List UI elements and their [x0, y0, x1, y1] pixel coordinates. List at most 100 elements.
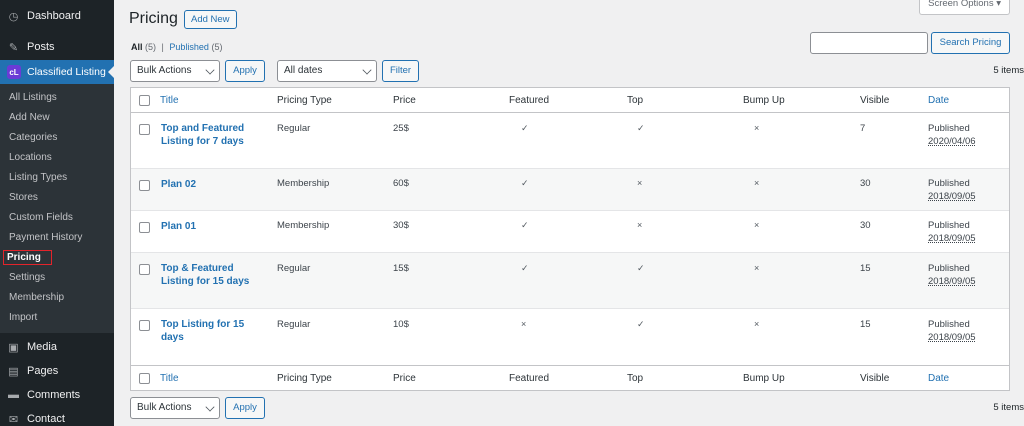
submenu-all-listings[interactable]: All Listings	[0, 88, 114, 108]
menu-dashboard[interactable]: ◷ Dashboard	[0, 4, 114, 28]
submenu-add-new[interactable]: Add New	[0, 108, 114, 128]
main-content: Pricing Add New Screen Options ▾ All (5)…	[114, 0, 1024, 426]
row-pricing-type: Membership	[277, 178, 330, 189]
menu-posts[interactable]: ✎ Posts	[0, 35, 114, 59]
view-filters: All (5) | Published (5)	[131, 42, 222, 52]
submenu-categories[interactable]: Categories	[0, 128, 114, 148]
chevron-down-icon	[362, 65, 372, 75]
select-all-checkbox[interactable]	[139, 95, 150, 106]
check-icon: ✓	[637, 123, 645, 133]
table-row: Plan 02 Membership 60$ ✓ × × 30 Publishe…	[131, 169, 1009, 211]
row-checkbox[interactable]	[139, 320, 150, 331]
submenu-custom-fields[interactable]: Custom Fields	[0, 208, 114, 228]
chevron-down-icon	[205, 65, 215, 75]
view-separator: |	[161, 42, 164, 52]
submenu-pricing[interactable]: Pricing	[0, 248, 114, 268]
row-status: Published	[928, 319, 970, 330]
column-bump-up: Bump Up	[743, 95, 785, 106]
row-visible: 30	[860, 220, 871, 231]
menu-classified-listing[interactable]: cL Classified Listing	[0, 60, 114, 84]
check-icon: ✓	[521, 123, 529, 133]
row-checkbox[interactable]	[139, 222, 150, 233]
row-checkbox[interactable]	[139, 180, 150, 191]
menu-contact[interactable]: ✉ Contact	[0, 407, 114, 426]
items-count: 5 items	[993, 402, 1024, 413]
row-date: 2018/09/05	[928, 276, 976, 287]
view-all-link[interactable]: All	[131, 42, 143, 52]
submenu-listing-types[interactable]: Listing Types	[0, 168, 114, 188]
row-title-link[interactable]: Plan 02	[161, 178, 251, 191]
search-pricing-button[interactable]: Search Pricing	[931, 32, 1010, 54]
submenu-membership[interactable]: Membership	[0, 288, 114, 308]
submenu-pricing-label: Pricing	[3, 250, 52, 265]
search-input[interactable]	[810, 32, 928, 54]
add-new-button[interactable]: Add New	[184, 10, 237, 29]
cross-icon: ×	[754, 319, 760, 329]
select-all-checkbox[interactable]	[139, 373, 150, 384]
menu-label: Classified Listing	[27, 66, 106, 78]
check-icon: ✓	[637, 263, 645, 273]
view-published-link[interactable]: Published	[169, 42, 209, 52]
check-icon: ✓	[521, 220, 529, 230]
cross-icon: ×	[754, 123, 760, 133]
row-title-link[interactable]: Top and Featured Listing for 7 days	[161, 122, 251, 148]
row-status: Published	[928, 263, 970, 274]
column-title[interactable]: Title	[160, 95, 179, 106]
submenu-locations[interactable]: Locations	[0, 148, 114, 168]
menu-label: Posts	[27, 41, 55, 53]
table-row: Plan 01 Membership 30$ ✓ × × 30 Publishe…	[131, 211, 1009, 253]
bulk-actions-select[interactable]: Bulk Actions	[130, 397, 220, 419]
column-pricing-type: Pricing Type	[277, 373, 332, 384]
media-icon: ▣	[8, 341, 19, 354]
submenu-payment-history[interactable]: Payment History	[0, 228, 114, 248]
column-visible: Visible	[860, 95, 890, 106]
menu-label: Comments	[27, 389, 81, 401]
menu-label: Dashboard	[27, 10, 81, 22]
row-visible: 15	[860, 319, 871, 330]
row-pricing-type: Membership	[277, 220, 330, 231]
column-top: Top	[627, 373, 644, 384]
row-pricing-type: Regular	[277, 123, 311, 134]
submenu-stores[interactable]: Stores	[0, 188, 114, 208]
filter-button[interactable]: Filter	[382, 60, 419, 82]
column-title[interactable]: Title	[160, 373, 179, 384]
tablenav-top: Bulk Actions Apply All dates Filter 5 it…	[130, 60, 1024, 82]
bulk-actions-value: Bulk Actions	[137, 65, 192, 76]
cross-icon: ×	[521, 319, 527, 329]
row-visible: 7	[860, 123, 866, 134]
menu-media[interactable]: ▣ Media	[0, 335, 114, 359]
screen-options-button[interactable]: Screen Options ▾	[919, 0, 1010, 15]
row-title-link[interactable]: Plan 01	[161, 220, 251, 233]
comments-icon: ▬	[8, 389, 19, 401]
menu-comments[interactable]: ▬ Comments	[0, 383, 114, 407]
apply-button[interactable]: Apply	[225, 397, 265, 419]
menu-pages[interactable]: ▤ Pages	[0, 359, 114, 383]
row-price: 60$	[393, 178, 409, 189]
column-visible: Visible	[860, 373, 890, 384]
cross-icon: ×	[754, 220, 760, 230]
check-icon: ✓	[521, 178, 529, 188]
row-checkbox[interactable]	[139, 124, 150, 135]
menu-label: Media	[27, 341, 57, 353]
row-price: 15$	[393, 263, 409, 274]
pages-icon: ▤	[8, 365, 19, 378]
check-icon: ✓	[521, 263, 529, 273]
view-published-count: (5)	[211, 42, 223, 52]
menu-label: Contact	[27, 413, 65, 425]
column-date[interactable]: Date	[928, 373, 949, 384]
row-status: Published	[928, 220, 970, 231]
page-title: Pricing	[129, 10, 178, 27]
admin-sidebar: ◷ Dashboard ✎ Posts cL Classified Listin…	[0, 0, 114, 426]
bulk-actions-value: Bulk Actions	[137, 402, 192, 413]
dashboard-icon: ◷	[8, 10, 19, 23]
apply-button[interactable]: Apply	[225, 60, 265, 82]
row-title-link[interactable]: Top & Featured Listing for 15 days	[161, 262, 251, 288]
column-date[interactable]: Date	[928, 95, 949, 106]
dates-select[interactable]: All dates	[277, 60, 377, 82]
submenu-settings[interactable]: Settings	[0, 268, 114, 288]
row-checkbox[interactable]	[139, 264, 150, 275]
row-title-link[interactable]: Top Listing for 15 days	[161, 318, 251, 344]
column-price: Price	[393, 95, 416, 106]
bulk-actions-select[interactable]: Bulk Actions	[130, 60, 220, 82]
submenu-import[interactable]: Import	[0, 308, 114, 328]
